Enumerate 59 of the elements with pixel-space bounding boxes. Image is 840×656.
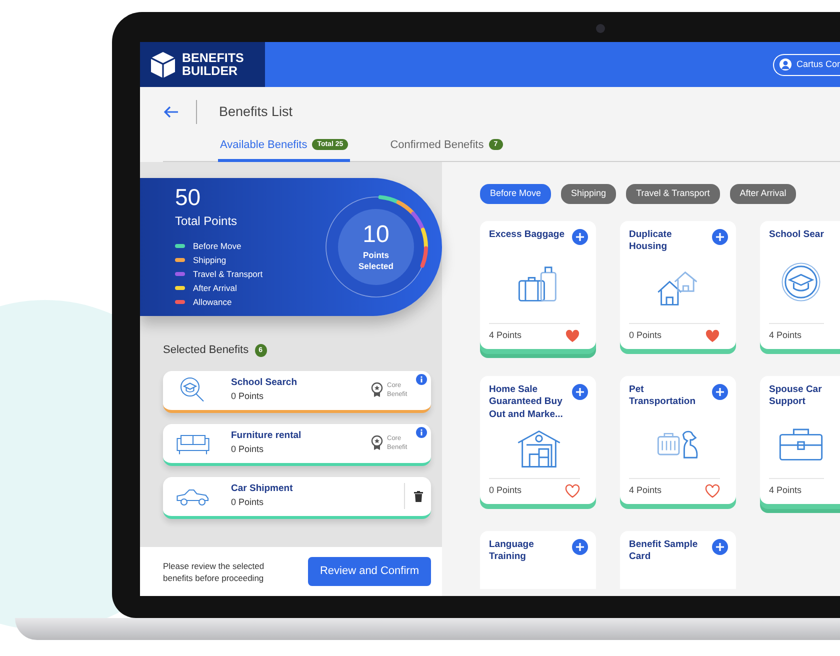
total-points-label: Total Points xyxy=(175,212,238,230)
info-icon[interactable] xyxy=(416,374,427,384)
add-button[interactable] xyxy=(712,538,728,554)
heart-outline-icon[interactable] xyxy=(705,484,720,498)
benefit-points: 0 Points xyxy=(231,390,265,404)
selected-points-label: Points Selected xyxy=(358,250,394,272)
trash-icon[interactable] xyxy=(414,490,423,502)
benefit-title: School Sear xyxy=(769,228,824,241)
add-button[interactable] xyxy=(572,228,588,244)
benefit-title: Benefit Sample Card xyxy=(629,538,699,564)
section-title: Selected Benefits xyxy=(163,343,249,358)
benefit-name: Car Shipment xyxy=(231,482,293,496)
benefit-points: 0 Points xyxy=(629,328,662,342)
back-arrow-icon[interactable] xyxy=(163,106,179,118)
cube-logo-icon xyxy=(150,50,176,78)
page-title: Benefits List xyxy=(219,102,293,121)
legend-label: Before Move xyxy=(193,240,242,252)
heart-outline-icon[interactable] xyxy=(565,484,580,498)
user-button[interactable]: Cartus Cor xyxy=(773,54,840,76)
selected-benefit-card[interactable]: Car Shipment 0 Points xyxy=(163,476,431,518)
benefit-title: Pet Transportation xyxy=(629,384,697,408)
footer-note: Please review the selected benefits before proceeding xyxy=(163,560,266,584)
legend-label: Allowance xyxy=(193,296,232,308)
user-avatar-icon xyxy=(779,58,792,71)
benefit-name: Furniture rental xyxy=(231,429,302,444)
benefit-title: Excess Baggage xyxy=(489,228,565,241)
logo-text: BENEFITS BUILDER xyxy=(182,52,244,78)
award-ribbon-icon xyxy=(371,382,383,398)
benefit-points: 4 Points xyxy=(629,484,662,497)
legend-label: Travel & Transport xyxy=(193,268,263,280)
info-icon[interactable] xyxy=(416,426,427,438)
benefit-points: 0 Points xyxy=(231,496,265,510)
benefit-points: 4 Points xyxy=(489,328,522,342)
add-button[interactable] xyxy=(572,384,588,400)
legend-label: After Arrival xyxy=(193,282,237,294)
benefit-points: 4 Points xyxy=(769,329,802,342)
heart-filled-icon[interactable] xyxy=(565,328,580,342)
heart-filled-icon[interactable] xyxy=(705,328,720,342)
benefit-points: 0 Points xyxy=(489,484,522,497)
review-and-confirm-button[interactable]: Review and Confirm xyxy=(308,557,431,586)
add-button[interactable] xyxy=(572,538,588,554)
benefit-title: Home Sale Guaranteed Buy Out and Marke... xyxy=(489,384,564,421)
benefit-title: Language Training xyxy=(489,538,535,564)
benefit-points: 0 Points xyxy=(231,443,265,456)
benefit-points: 4 Points xyxy=(769,484,802,497)
benefit-title: Spouse Car Support xyxy=(769,384,823,408)
selected-points-value: 10 xyxy=(362,222,390,246)
benefit-name: School Search xyxy=(231,376,297,390)
filter-chip[interactable]: After Arrival xyxy=(730,184,796,204)
filter-chip[interactable]: Shipping xyxy=(561,184,616,204)
add-button[interactable] xyxy=(712,384,728,400)
benefit-title: Duplicate Housing xyxy=(629,228,673,254)
total-points-value: 50 xyxy=(175,186,202,208)
filter-chip[interactable]: Before Move xyxy=(480,184,552,204)
filter-chip[interactable]: Travel & Transport xyxy=(626,184,720,204)
legend-label: Shipping xyxy=(193,254,226,266)
award-ribbon-icon xyxy=(371,435,383,451)
camera-dot xyxy=(596,24,605,33)
add-button[interactable] xyxy=(712,228,728,244)
